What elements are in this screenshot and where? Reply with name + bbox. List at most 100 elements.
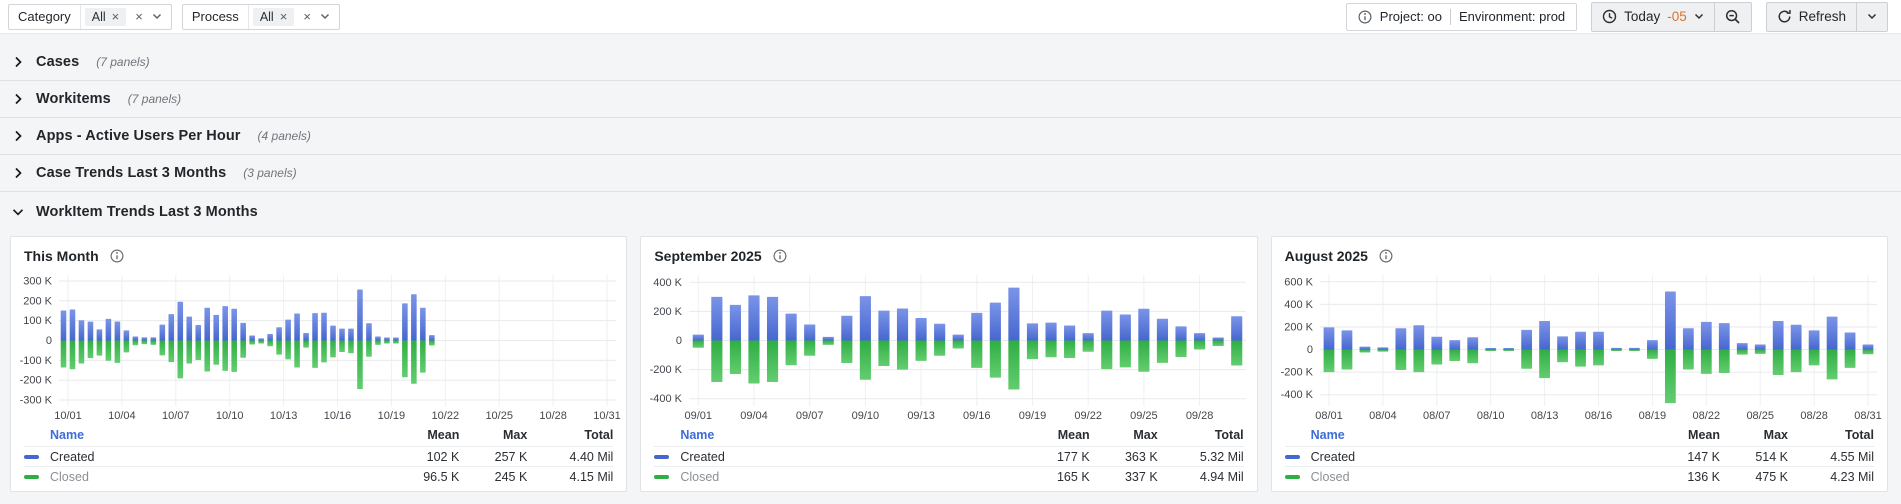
- series-name[interactable]: Created: [1311, 450, 1650, 464]
- info-icon[interactable]: [1379, 249, 1393, 263]
- info-icon[interactable]: [773, 249, 787, 263]
- refresh-button[interactable]: Refresh: [1767, 3, 1856, 31]
- series-name[interactable]: Closed: [50, 470, 389, 484]
- series-max: 245 K: [459, 470, 527, 484]
- zoom-out-time-button[interactable]: [1714, 3, 1751, 31]
- svg-text:08/25: 08/25: [1746, 410, 1774, 422]
- legend-row-closed[interactable]: Closed 136 K 475 K 4.23 Mil: [1285, 466, 1874, 486]
- row-apps-active-users[interactable]: Apps - Active Users Per Hour (4 panels): [0, 118, 1901, 155]
- remove-value-icon[interactable]: ×: [112, 10, 120, 23]
- legend-header-max[interactable]: Max: [1090, 428, 1158, 442]
- row-panel-count: (3 panels): [243, 166, 296, 180]
- svg-text:08/31: 08/31: [1854, 410, 1882, 422]
- remove-value-icon[interactable]: ×: [280, 10, 288, 23]
- series-name[interactable]: Closed: [1311, 470, 1650, 484]
- svg-text:0: 0: [1307, 344, 1313, 356]
- process-filter[interactable]: Process All × ×: [182, 4, 340, 30]
- panel-header[interactable]: September 2025: [641, 237, 1256, 267]
- svg-text:200 K: 200 K: [23, 295, 52, 307]
- category-selected-pill[interactable]: All ×: [85, 8, 127, 26]
- time-range-label: Today: [1624, 9, 1660, 24]
- chevron-down-icon: [1694, 13, 1704, 20]
- toolbar-actions: Project: oo Environment: prod Today -05: [1346, 2, 1888, 32]
- panel-this-month: This Month 300 K200 K100 K0-100 K-200 K-…: [10, 236, 627, 492]
- process-selected-pill[interactable]: All ×: [253, 8, 295, 26]
- project-label: Project: oo: [1380, 9, 1442, 24]
- chevron-right-icon[interactable]: [11, 167, 25, 179]
- legend-table: Name Mean Max Total Created 177 K 363 K …: [641, 423, 1256, 491]
- svg-text:400 K: 400 K: [1284, 299, 1313, 311]
- legend-header-max[interactable]: Max: [459, 428, 527, 442]
- info-icon[interactable]: [110, 249, 124, 263]
- panel-title: September 2025: [654, 248, 761, 264]
- row-panel-count: (7 panels): [96, 55, 149, 69]
- legend-header-max[interactable]: Max: [1720, 428, 1788, 442]
- chevron-down-icon[interactable]: [11, 208, 25, 216]
- legend-header-total[interactable]: Total: [1158, 428, 1244, 442]
- row-workitem-trends[interactable]: WorkItem Trends Last 3 Months: [0, 192, 1901, 232]
- svg-text:100 K: 100 K: [23, 315, 52, 327]
- series-name[interactable]: Created: [50, 450, 389, 464]
- panel-header[interactable]: This Month: [11, 237, 626, 267]
- legend-header-total[interactable]: Total: [1788, 428, 1874, 442]
- series-max: 337 K: [1090, 470, 1158, 484]
- svg-text:10/19: 10/19: [378, 410, 406, 422]
- legend-row-created[interactable]: Created 147 K 514 K 4.55 Mil: [1285, 446, 1874, 466]
- legend-header-mean[interactable]: Mean: [1650, 428, 1720, 442]
- chevron-down-icon[interactable]: [320, 13, 330, 20]
- svg-text:200 K: 200 K: [1284, 321, 1313, 333]
- legend-header-name[interactable]: Name: [50, 428, 389, 442]
- svg-text:09/28: 09/28: [1186, 410, 1214, 422]
- svg-text:09/13: 09/13: [908, 410, 936, 422]
- series-name[interactable]: Created: [680, 450, 1019, 464]
- category-selected-value: All: [92, 10, 106, 24]
- series-total: 4.55 Mil: [1788, 450, 1874, 464]
- chevron-right-icon[interactable]: [11, 130, 25, 142]
- legend-table: Name Mean Max Total Created 147 K 514 K …: [1272, 423, 1887, 491]
- refresh-interval-dropdown[interactable]: [1856, 3, 1887, 31]
- svg-text:09/01: 09/01: [685, 410, 713, 422]
- clear-filter-icon[interactable]: ×: [135, 10, 143, 23]
- svg-text:10/10: 10/10: [216, 410, 244, 422]
- legend-row-closed[interactable]: Closed 96.5 K 245 K 4.15 Mil: [24, 466, 613, 486]
- row-title: Case Trends Last 3 Months: [36, 165, 226, 181]
- bar-chart[interactable]: 300 K200 K100 K0-100 K-200 K-300 K10/011…: [11, 267, 626, 423]
- row-case-trends[interactable]: Case Trends Last 3 Months (3 panels): [0, 155, 1901, 192]
- row-title: Cases: [36, 54, 79, 70]
- series-max: 475 K: [1720, 470, 1788, 484]
- series-total: 4.23 Mil: [1788, 470, 1874, 484]
- series-total: 4.15 Mil: [527, 470, 613, 484]
- environment-label: Environment: prod: [1459, 9, 1565, 24]
- legend-header-name[interactable]: Name: [1311, 428, 1650, 442]
- svg-text:0: 0: [46, 335, 52, 347]
- legend-header-row: Name Mean Max Total: [1285, 423, 1874, 446]
- bar-chart[interactable]: 400 K200 K0-200 K-400 K09/0109/0409/0709…: [641, 267, 1256, 423]
- svg-text:-200 K: -200 K: [1280, 367, 1313, 379]
- legend-header-total[interactable]: Total: [527, 428, 613, 442]
- row-cases[interactable]: Cases (7 panels): [0, 44, 1901, 81]
- row-workitems[interactable]: Workitems (7 panels): [0, 81, 1901, 118]
- legend-row-closed[interactable]: Closed 165 K 337 K 4.94 Mil: [654, 466, 1243, 486]
- legend-header-mean[interactable]: Mean: [1020, 428, 1090, 442]
- legend-row-created[interactable]: Created 177 K 363 K 5.32 Mil: [654, 446, 1243, 466]
- clear-filter-icon[interactable]: ×: [303, 10, 311, 23]
- category-filter[interactable]: Category All × ×: [8, 4, 172, 30]
- svg-text:09/16: 09/16: [963, 410, 991, 422]
- process-filter-value[interactable]: All × ×: [249, 8, 339, 26]
- chevron-right-icon[interactable]: [11, 93, 25, 105]
- series-max: 257 K: [459, 450, 527, 464]
- legend-row-created[interactable]: Created 102 K 257 K 4.40 Mil: [24, 446, 613, 466]
- legend-header-mean[interactable]: Mean: [389, 428, 459, 442]
- category-filter-value[interactable]: All × ×: [81, 8, 171, 26]
- time-range-picker-button[interactable]: Today -05: [1592, 3, 1714, 31]
- series-name[interactable]: Closed: [680, 470, 1019, 484]
- chevron-right-icon[interactable]: [11, 56, 25, 68]
- legend-header-name[interactable]: Name: [680, 428, 1019, 442]
- chevron-down-icon[interactable]: [152, 13, 162, 20]
- panel-title: This Month: [24, 248, 99, 264]
- created-series-swatch: [24, 455, 39, 459]
- series-mean: 102 K: [389, 450, 459, 464]
- panel-header[interactable]: August 2025: [1272, 237, 1887, 267]
- svg-text:-300 K: -300 K: [20, 395, 53, 407]
- bar-chart[interactable]: 600 K400 K200 K0-200 K-400 K08/0108/0408…: [1272, 267, 1887, 423]
